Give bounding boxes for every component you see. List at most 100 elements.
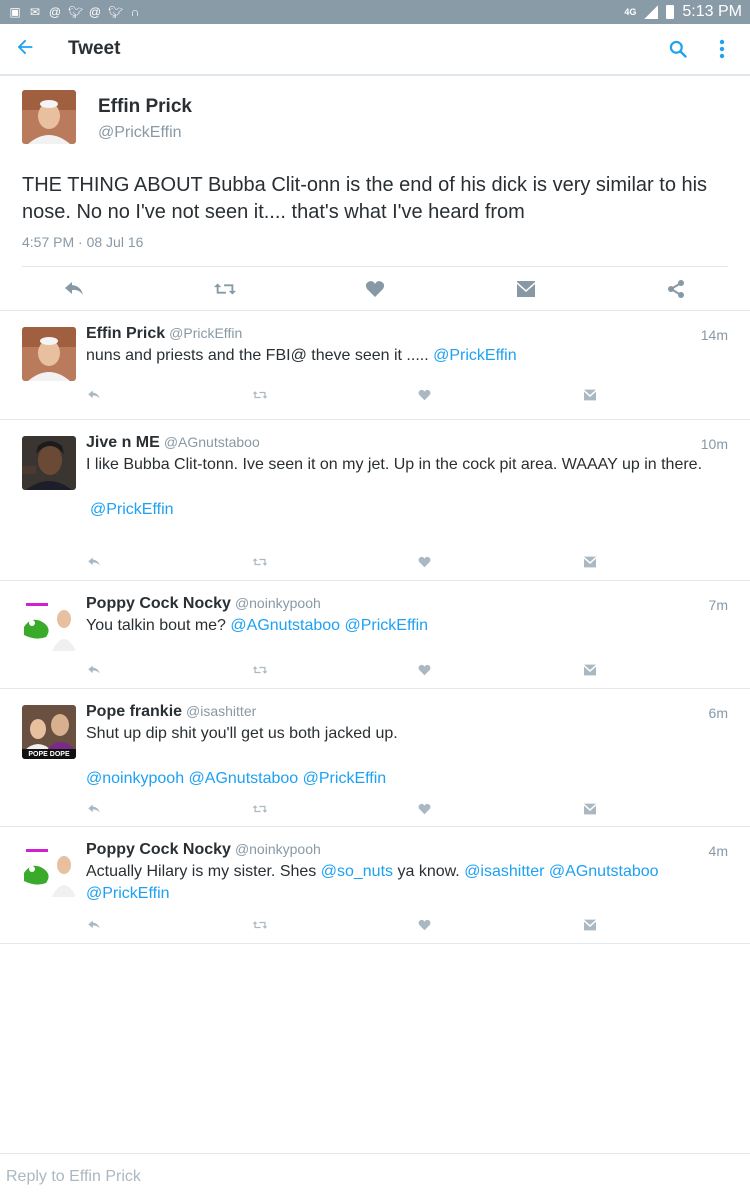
reply-text-body: Shut up dip shit you'll get us both jack…: [86, 725, 398, 742]
reply-icon[interactable]: [86, 801, 102, 817]
retweet-icon[interactable]: [252, 387, 268, 403]
mention-link[interactable]: @PrickEffin: [433, 347, 517, 364]
dm-icon[interactable]: [514, 277, 538, 301]
reply-author-name[interactable]: Pope frankie: [86, 703, 182, 721]
avatar[interactable]: [22, 327, 76, 381]
at-icon: @: [88, 5, 102, 19]
reply-tweet[interactable]: Jive n ME @AGnutstaboo 10m I like Bubba …: [0, 420, 750, 581]
reply-author-handle[interactable]: @PrickEffin: [169, 325, 242, 341]
like-icon[interactable]: [416, 917, 432, 933]
dm-icon[interactable]: [582, 554, 598, 570]
author-name[interactable]: Effin Prick: [98, 96, 192, 118]
avatar[interactable]: [22, 843, 76, 897]
app-bar: Tweet: [0, 24, 750, 76]
signal-icon: [644, 5, 659, 19]
network-indicator: 4G: [624, 7, 637, 17]
mention-link[interactable]: @AGnutstaboo: [189, 770, 299, 787]
page-title: Tweet: [68, 38, 121, 59]
reply-input[interactable]: [6, 1168, 750, 1186]
twitter-icon: 🐦︎: [68, 5, 84, 19]
share-icon[interactable]: [664, 277, 688, 301]
mention-link[interactable]: @so_nuts: [321, 863, 393, 880]
retweet-icon[interactable]: [213, 277, 237, 301]
more-vert-icon[interactable]: [708, 35, 736, 63]
reply-author-name[interactable]: Poppy Cock Nocky: [86, 595, 231, 613]
reply-author-handle[interactable]: @isashitter: [186, 703, 256, 719]
search-icon[interactable]: [664, 35, 692, 63]
like-icon[interactable]: [363, 277, 387, 301]
dm-icon[interactable]: [582, 801, 598, 817]
reply-time: 4m: [708, 843, 728, 859]
mention-link[interactable]: @AGnutstaboo: [230, 617, 340, 634]
reply-text: Shut up dip shit you'll get us both jack…: [86, 723, 728, 745]
reply-text-body: ya know.: [397, 863, 460, 880]
notification-icons: ▣ ✉ @ 🐦︎ @ 🐦︎ ∩: [8, 5, 142, 19]
avatar[interactable]: [22, 90, 76, 144]
reply-icon[interactable]: [62, 277, 86, 301]
mail-icon: ✉: [29, 5, 41, 19]
avatar[interactable]: POPE DOPE: [22, 705, 76, 759]
reply-time: 6m: [708, 705, 728, 721]
retweet-icon[interactable]: [252, 662, 268, 678]
reply-text: nuns and priests and the FBI@ theve seen…: [86, 345, 728, 367]
reply-text-body: Actually Hilary is my sister. Shes: [86, 863, 317, 880]
battery-icon: [666, 5, 675, 19]
status-bar: ▣ ✉ @ 🐦︎ @ 🐦︎ ∩ 4G 5:13 PM: [0, 0, 750, 24]
retweet-icon[interactable]: [252, 801, 268, 817]
reply-time: 7m: [708, 597, 728, 613]
mention-link[interactable]: @noinkypooh: [86, 770, 184, 787]
dm-icon[interactable]: [582, 917, 598, 933]
reply-text: Actually Hilary is my sister. Shes @so_n…: [86, 861, 728, 905]
author-handle[interactable]: @PrickEffin: [98, 124, 192, 142]
dm-icon[interactable]: [582, 387, 598, 403]
reply-icon[interactable]: [86, 917, 102, 933]
like-icon[interactable]: [416, 387, 432, 403]
like-icon[interactable]: [416, 801, 432, 817]
twitter-icon: 🐦︎: [108, 5, 124, 19]
reply-author-handle[interactable]: @noinkypooh: [235, 595, 321, 611]
reply-author-handle[interactable]: @AGnutstaboo: [164, 434, 260, 450]
reply-author-name[interactable]: Poppy Cock Nocky: [86, 841, 231, 859]
mention-link[interactable]: @isashitter: [464, 863, 544, 880]
retweet-icon[interactable]: [252, 554, 268, 570]
reply-composer: [0, 1153, 750, 1200]
like-icon[interactable]: [416, 554, 432, 570]
mention-link[interactable]: @PrickEffin: [86, 885, 170, 902]
reply-text-body: I like Bubba Clit-tonn. Ive seen it on m…: [86, 456, 703, 473]
reply-tweet[interactable]: Poppy Cock Nocky @noinkypooh 7m You talk…: [0, 581, 750, 689]
back-arrow-icon[interactable]: [14, 36, 40, 62]
reply-time: 14m: [700, 327, 728, 343]
reply-tweet[interactable]: Effin Prick @PrickEffin 14m nuns and pri…: [0, 311, 750, 420]
reply-text-body: You talkin bout me?: [86, 617, 226, 634]
dm-icon[interactable]: [582, 662, 598, 678]
like-icon[interactable]: [416, 662, 432, 678]
reply-icon[interactable]: [86, 554, 102, 570]
avatar[interactable]: [22, 597, 76, 651]
clock: 5:13 PM: [682, 3, 742, 20]
mention-link[interactable]: @AGnutstaboo: [549, 863, 659, 880]
headphones-icon: ∩: [130, 5, 140, 19]
reply-icon[interactable]: [86, 662, 102, 678]
reply-mentions: @PrickEffin: [86, 499, 728, 521]
reply-author-handle[interactable]: @noinkypooh: [235, 841, 321, 857]
mention-link[interactable]: @PrickEffin: [345, 617, 429, 634]
avatar-caption: POPE DOPE: [28, 751, 70, 758]
reply-author-name[interactable]: Jive n ME: [86, 434, 160, 452]
mention-link[interactable]: @PrickEffin: [303, 770, 387, 787]
gallery-icon: ▣: [9, 5, 21, 19]
reply-mentions: @noinkypooh @AGnutstaboo @PrickEffin: [86, 768, 728, 790]
at-icon: @: [48, 5, 62, 19]
tweet-text: THE THING ABOUT Bubba Clit-onn is the en…: [22, 174, 708, 223]
reply-text: I like Bubba Clit-tonn. Ive seen it on m…: [86, 454, 728, 476]
reply-icon[interactable]: [86, 387, 102, 403]
retweet-icon[interactable]: [252, 917, 268, 933]
mention-link[interactable]: @PrickEffin: [90, 501, 174, 518]
reply-tweet[interactable]: POPE DOPE Pope frankie @isashitter 6m Sh…: [0, 689, 750, 827]
avatar[interactable]: [22, 436, 76, 490]
main-tweet: Effin Prick @PrickEffin THE THING ABOUT …: [0, 76, 750, 311]
reply-tweet[interactable]: Poppy Cock Nocky @noinkypooh 4m Actually…: [0, 827, 750, 944]
reply-time: 10m: [700, 436, 728, 452]
tweet-actions: [0, 267, 750, 311]
reply-text: You talkin bout me? @AGnutstaboo @PrickE…: [86, 615, 728, 637]
reply-author-name[interactable]: Effin Prick: [86, 325, 165, 343]
